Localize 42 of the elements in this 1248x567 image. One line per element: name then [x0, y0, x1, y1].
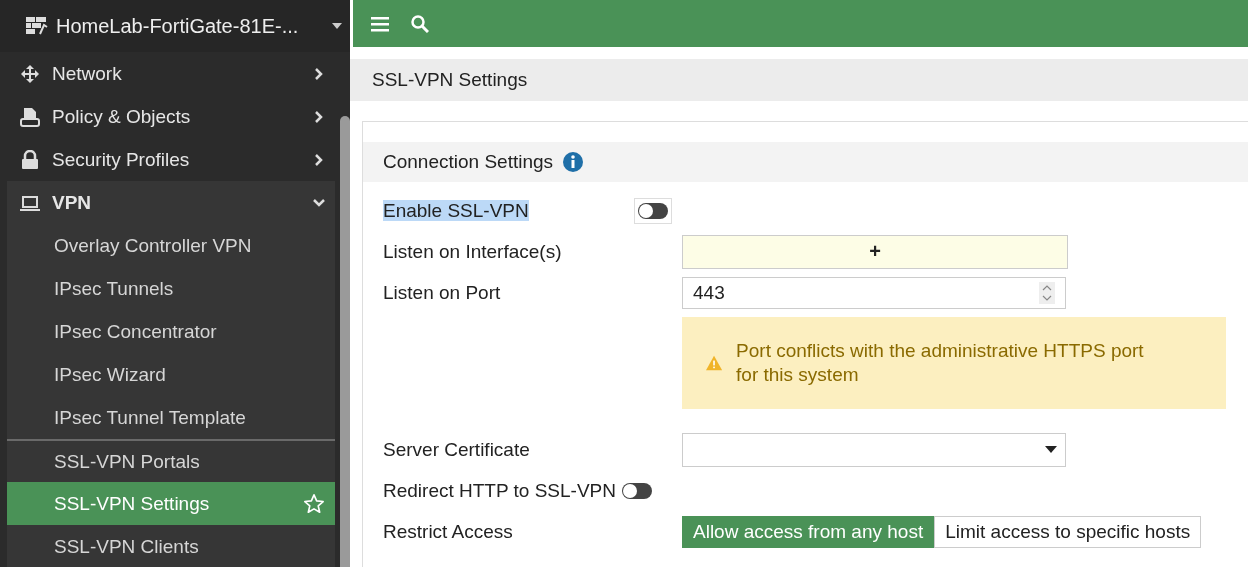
page-title: SSL-VPN Settings: [372, 69, 528, 91]
port-input[interactable]: 443: [682, 276, 1066, 309]
access-option[interactable]: Allow access from any host: [682, 515, 935, 548]
search-icon[interactable]: [411, 14, 429, 33]
warning-icon: [706, 354, 723, 372]
spinner-icon[interactable]: [1039, 281, 1055, 304]
nav-item[interactable]: VPN: [7, 181, 336, 224]
info-icon[interactable]: [563, 152, 584, 172]
device-menu[interactable]: HomeLab-FortiGate-81E-...: [0, 0, 350, 52]
nav-subitem[interactable]: Overlay Controller VPN: [7, 224, 336, 267]
field-label: Listen on Port: [383, 281, 501, 303]
nav-subitem[interactable]: SSL-VPN Settings: [7, 482, 336, 525]
nav-item[interactable]: Network: [7, 52, 336, 95]
document-icon: [20, 106, 40, 127]
toggle-switch[interactable]: [634, 197, 672, 224]
access-option[interactable]: Limit access to specific hosts: [934, 515, 1202, 548]
interface-picker[interactable]: +: [682, 234, 1068, 269]
star-icon[interactable]: [303, 492, 326, 515]
nav-item[interactable]: Security Profiles: [7, 138, 336, 181]
warning-text: Port conflicts with the administrative HTTPS port for this system: [736, 339, 1145, 387]
lock-icon: [20, 149, 40, 170]
caret-icon: [1045, 446, 1057, 453]
menu-icon[interactable]: [371, 15, 389, 32]
nav-subitem[interactable]: SSL-VPN Clients: [7, 525, 336, 567]
field-label: Listen on Interface(s): [383, 240, 562, 262]
move-arrows-icon: [20, 63, 40, 84]
nav-subitem[interactable]: IPsec Concentrator: [7, 310, 336, 353]
section-title: Connection Settings: [383, 151, 554, 173]
nav-subitem[interactable]: IPsec Wizard: [7, 353, 336, 396]
caret-icon: [332, 23, 342, 29]
field-label: Server Certificate: [383, 438, 530, 460]
nav-item[interactable]: Policy & Objects: [7, 95, 336, 138]
chevron-down-icon: [313, 196, 326, 209]
nav-subitem[interactable]: IPsec Tunnel Template: [7, 396, 336, 439]
field-label: Restrict Access: [383, 520, 513, 542]
field-label: Enable SSL-VPN: [383, 199, 529, 221]
toggle-switch[interactable]: [622, 482, 652, 499]
nav-subitem[interactable]: SSL-VPN Portals: [7, 439, 336, 482]
nav-subitem[interactable]: IPsec Tunnels: [7, 267, 336, 310]
scrollbar[interactable]: [340, 116, 350, 567]
firewall-icon: [26, 17, 48, 35]
field-label: Redirect HTTP to SSL-VPN: [383, 479, 616, 502]
